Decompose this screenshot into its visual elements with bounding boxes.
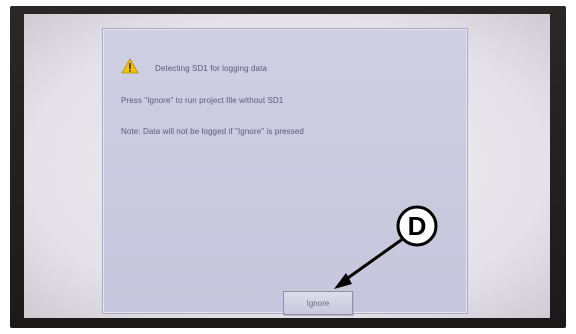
monitor-screen: Detecting SD1 for logging data Press "Ig… [24, 14, 550, 318]
dialog-message-line-2: Note: Data will not be logged if "Ignore… [121, 127, 304, 136]
dialog-title: Detecting SD1 for logging data [155, 64, 267, 73]
ignore-button[interactable]: Ignore [283, 291, 353, 315]
callout-label: D [407, 210, 427, 241]
sd-detect-dialog: Detecting SD1 for logging data Press "Ig… [102, 28, 468, 315]
photo-frame: Detecting SD1 for logging data Press "Ig… [0, 0, 576, 334]
warning-icon [121, 58, 139, 74]
dialog-message-line-1: Press "Ignore" to run project file witho… [121, 96, 284, 105]
